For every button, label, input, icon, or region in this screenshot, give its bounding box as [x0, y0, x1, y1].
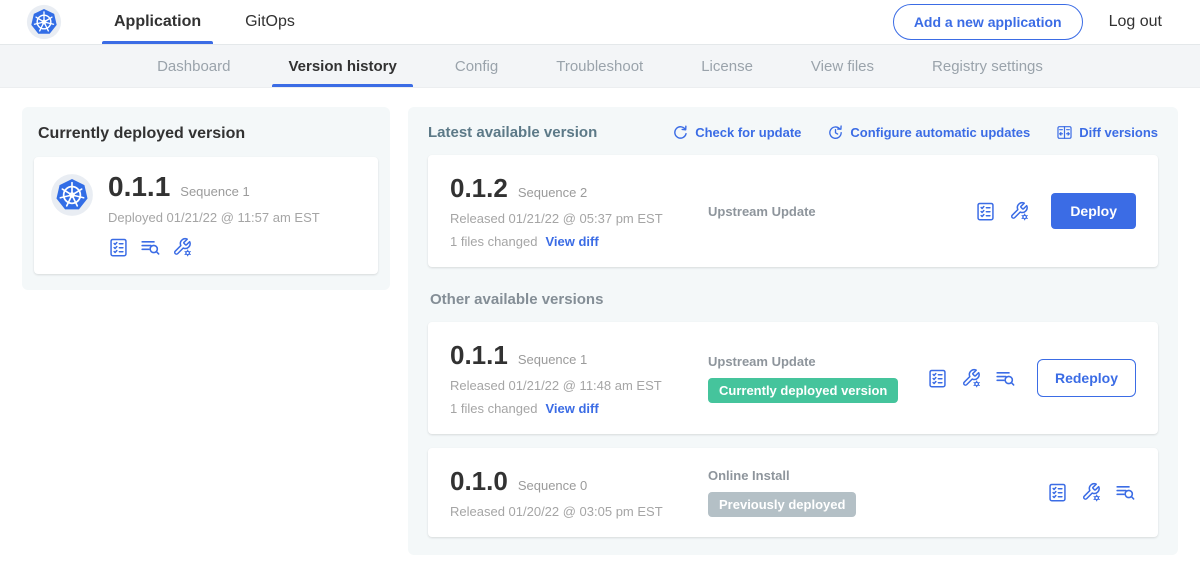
version-info: 0.1.1 Sequence 1 Released 01/21/22 @ 11:…: [450, 340, 708, 416]
subnav-tab-dashboard[interactable]: Dashboard: [141, 45, 246, 87]
released-timestamp: Released 01/21/22 @ 05:37 pm EST: [450, 211, 708, 226]
released-timestamp: Released 01/21/22 @ 11:48 am EST: [450, 378, 708, 393]
subnav-tab-troubleshoot[interactable]: Troubleshoot: [540, 45, 659, 87]
app-subnav: Dashboard Version history Config Trouble…: [0, 45, 1200, 88]
files-changed-label: 1 files changed: [450, 234, 537, 249]
latest-version-title: Latest available version: [428, 124, 597, 141]
refresh-icon: [672, 124, 689, 141]
version-row-0-1-2: 0.1.2 Sequence 2 Released 01/21/22 @ 05:…: [428, 155, 1158, 267]
add-new-application-button[interactable]: Add a new application: [893, 4, 1083, 40]
version-source: Online Install Previously deployed: [708, 468, 1047, 517]
config-wrench-icon[interactable]: [1081, 482, 1102, 503]
versions-panel: Latest available version Check for updat…: [408, 107, 1178, 555]
deployed-version-number: 0.1.1: [108, 171, 170, 203]
currently-deployed-badge: Currently deployed version: [708, 378, 898, 403]
source-label: Online Install: [708, 468, 790, 483]
tab-gitops[interactable]: GitOps: [223, 0, 317, 44]
version-actions: Check for update Configure automatic upd…: [672, 124, 1158, 141]
config-wrench-icon[interactable]: [172, 237, 193, 258]
deployed-version-details: 0.1.1 Sequence 1 Deployed 01/21/22 @ 11:…: [108, 171, 320, 258]
version-info: 0.1.2 Sequence 2 Released 01/21/22 @ 05:…: [450, 173, 708, 249]
main-content: Currently deployed version 0.1.1 Sequenc…: [0, 88, 1200, 564]
tab-application[interactable]: Application: [92, 0, 223, 44]
deploy-button[interactable]: Deploy: [1051, 193, 1136, 229]
view-logs-icon[interactable]: [995, 368, 1016, 389]
view-diff-link[interactable]: View diff: [545, 401, 598, 416]
redeploy-button[interactable]: Redeploy: [1037, 359, 1136, 397]
other-versions-title: Other available versions: [430, 291, 1158, 308]
version-number: 0.1.2: [450, 173, 508, 204]
app-header: Application GitOps Add a new application…: [0, 0, 1200, 45]
deployed-sequence-label: Sequence 1: [180, 184, 249, 199]
version-source: Upstream Update Currently deployed versi…: [708, 354, 927, 403]
version-row-actions: [1047, 482, 1136, 503]
subnav-tab-view-files[interactable]: View files: [795, 45, 890, 87]
version-number: 0.1.0: [450, 466, 508, 497]
preflight-checklist-icon[interactable]: [1047, 482, 1068, 503]
deployed-panel-title: Currently deployed version: [38, 125, 378, 143]
check-for-update-label: Check for update: [695, 125, 801, 140]
deployed-timestamp: Deployed 01/21/22 @ 11:57 am EST: [108, 210, 320, 225]
view-logs-icon[interactable]: [140, 237, 161, 258]
config-wrench-icon[interactable]: [1009, 201, 1030, 222]
deployed-version-card: 0.1.1 Sequence 1 Deployed 01/21/22 @ 11:…: [34, 157, 378, 274]
config-wrench-icon[interactable]: [961, 368, 982, 389]
version-source: Upstream Update: [708, 204, 975, 219]
diff-versions-link[interactable]: Diff versions: [1056, 124, 1158, 141]
sequence-label: Sequence 2: [518, 185, 587, 200]
currently-deployed-panel: Currently deployed version 0.1.1 Sequenc…: [22, 107, 390, 290]
diff-versions-label: Diff versions: [1079, 125, 1158, 140]
subnav-tab-version-history[interactable]: Version history: [272, 45, 412, 87]
sequence-label: Sequence 0: [518, 478, 587, 493]
version-row-actions: Redeploy: [927, 359, 1136, 397]
app-kubernetes-icon: [50, 173, 94, 217]
version-info: 0.1.0 Sequence 0 Released 01/20/22 @ 03:…: [450, 466, 708, 519]
header-tabs: Application GitOps: [92, 0, 317, 44]
subnav-tab-registry-settings[interactable]: Registry settings: [916, 45, 1059, 87]
subnav-tab-license[interactable]: License: [685, 45, 769, 87]
clock-arrow-icon: [827, 124, 844, 141]
sequence-label: Sequence 1: [518, 352, 587, 367]
logout-button[interactable]: Log out: [1109, 13, 1162, 31]
version-number: 0.1.1: [450, 340, 508, 371]
source-label: Upstream Update: [708, 204, 816, 219]
released-timestamp: Released 01/20/22 @ 03:05 pm EST: [450, 504, 708, 519]
preflight-checklist-icon[interactable]: [927, 368, 948, 389]
view-logs-icon[interactable]: [1115, 482, 1136, 503]
diff-panes-icon: [1056, 124, 1073, 141]
files-changed-label: 1 files changed: [450, 401, 537, 416]
view-diff-link[interactable]: View diff: [545, 234, 598, 249]
preflight-checklist-icon[interactable]: [975, 201, 996, 222]
kubernetes-logo-icon: [26, 4, 62, 40]
subnav-tab-config[interactable]: Config: [439, 45, 514, 87]
version-row-0-1-0: 0.1.0 Sequence 0 Released 01/20/22 @ 03:…: [428, 448, 1158, 537]
preflight-checklist-icon[interactable]: [108, 237, 129, 258]
version-row-0-1-1: 0.1.1 Sequence 1 Released 01/21/22 @ 11:…: [428, 322, 1158, 434]
previously-deployed-badge: Previously deployed: [708, 492, 856, 517]
check-for-update-link[interactable]: Check for update: [672, 124, 801, 141]
configure-automatic-updates-link[interactable]: Configure automatic updates: [827, 124, 1030, 141]
configure-automatic-updates-label: Configure automatic updates: [850, 125, 1030, 140]
source-label: Upstream Update: [708, 354, 816, 369]
version-row-actions: Deploy: [975, 193, 1136, 229]
